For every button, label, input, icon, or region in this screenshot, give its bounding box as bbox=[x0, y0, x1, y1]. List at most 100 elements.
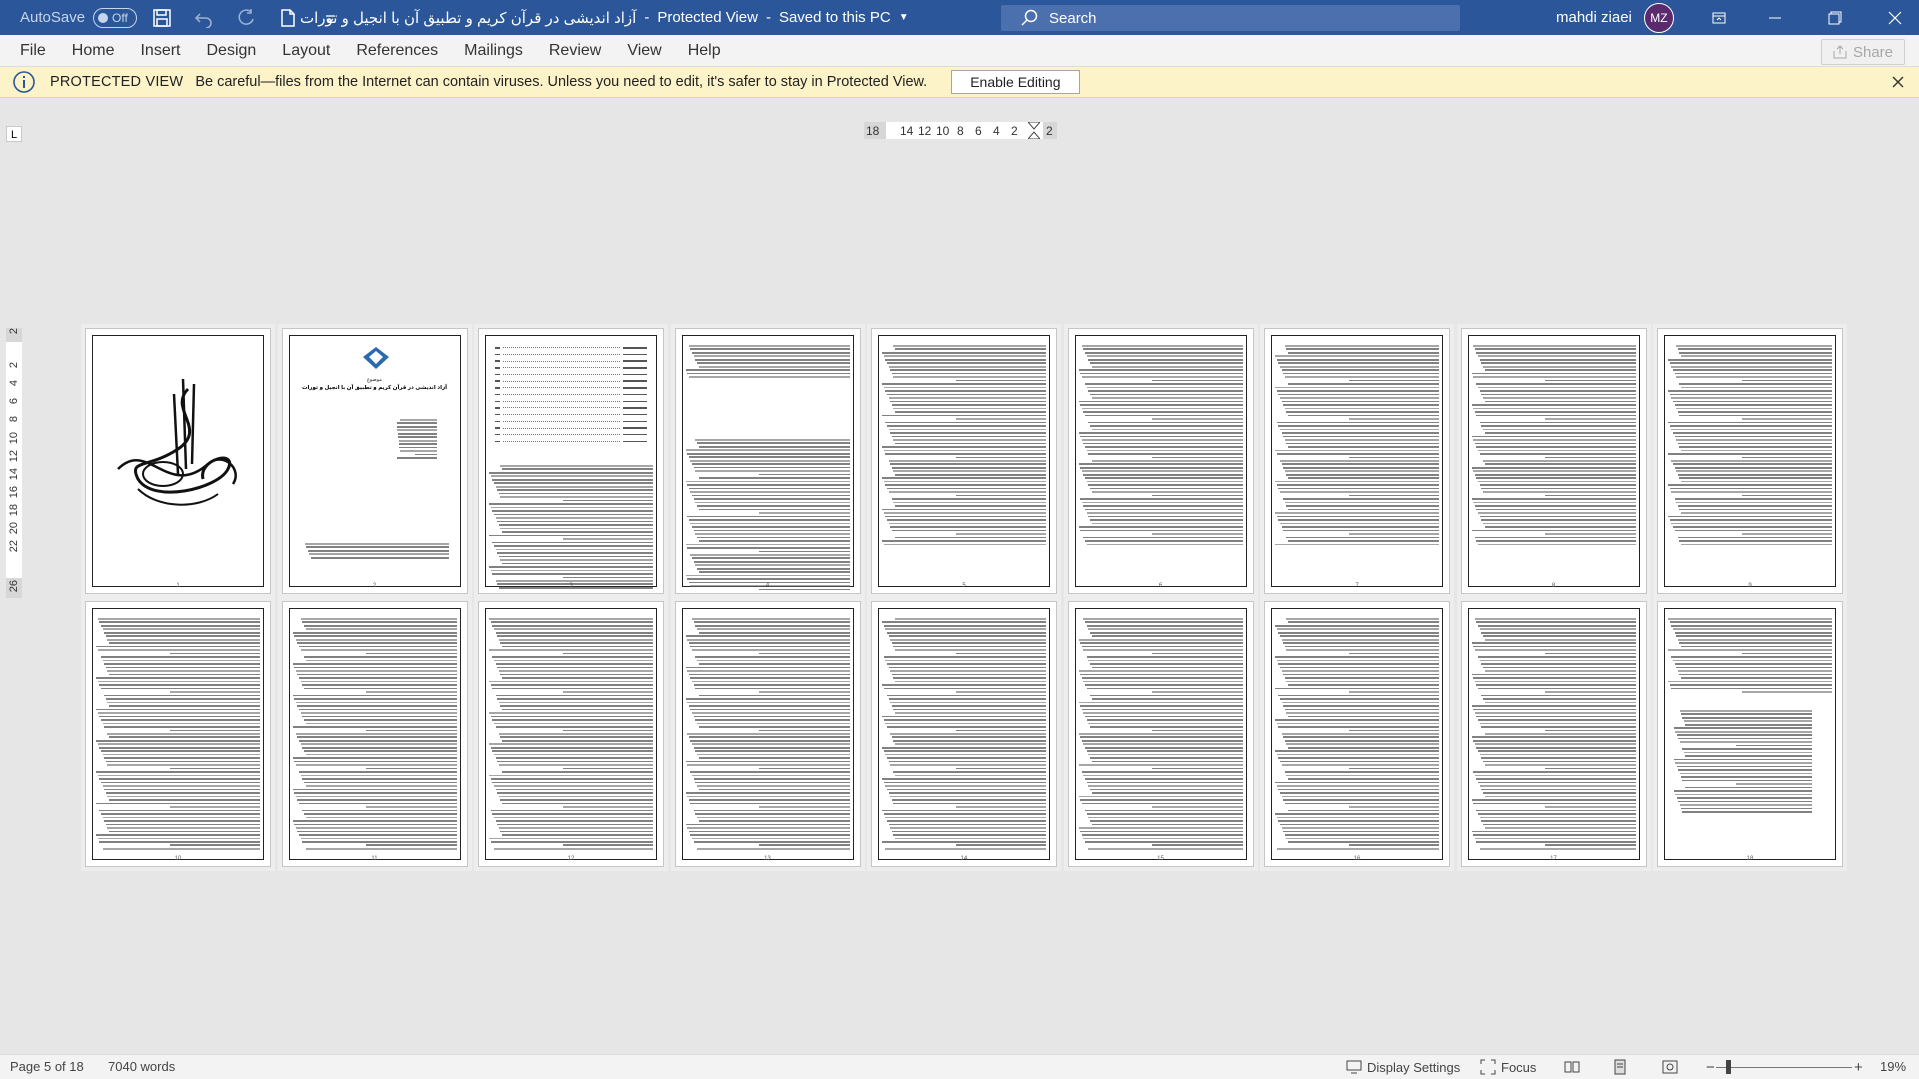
text-line bbox=[888, 397, 1046, 399]
page-thumbnail[interactable]: 8 bbox=[1460, 328, 1647, 594]
enable-editing-button[interactable]: Enable Editing bbox=[951, 70, 1080, 94]
vertical-ruler[interactable]: 2 2 4 6 8 10 12 14 16 18 20 22 26 bbox=[6, 328, 22, 598]
ribbon-display-options-icon[interactable] bbox=[1696, 0, 1742, 35]
tab-view[interactable]: View bbox=[614, 35, 674, 67]
page-thumbnail[interactable]: 3 bbox=[478, 328, 664, 594]
autosave-toggle[interactable]: AutoSave Off bbox=[20, 7, 138, 28]
text-line bbox=[891, 642, 1046, 644]
text-line bbox=[882, 778, 1046, 780]
text-line bbox=[1275, 813, 1439, 815]
text-line bbox=[1669, 393, 1832, 396]
tab-insert[interactable]: Insert bbox=[127, 35, 193, 67]
text-line bbox=[688, 705, 850, 707]
text-line bbox=[109, 642, 260, 644]
text-line bbox=[1679, 710, 1812, 712]
tab-mailings[interactable]: Mailings bbox=[451, 35, 536, 67]
text-line bbox=[1679, 383, 1832, 385]
chevron-down-icon[interactable]: ▼ bbox=[899, 12, 909, 23]
zoom-slider-thumb[interactable] bbox=[1726, 1060, 1731, 1074]
page-thumbnail[interactable]: 17 bbox=[1460, 601, 1647, 867]
tab-selector[interactable]: L bbox=[6, 126, 22, 142]
search-box[interactable]: Search bbox=[1001, 5, 1460, 31]
page-thumbnail[interactable]: 11 bbox=[281, 601, 468, 867]
tab-layout[interactable]: Layout bbox=[269, 35, 343, 67]
tab-help[interactable]: Help bbox=[675, 35, 734, 67]
zoom-in-button[interactable]: + bbox=[1854, 1059, 1863, 1076]
page-thumbnail[interactable]: 6 bbox=[1067, 328, 1254, 594]
save-icon[interactable] bbox=[145, 1, 179, 35]
focus-button[interactable]: Focus bbox=[1480, 1059, 1536, 1075]
restore-icon[interactable] bbox=[1812, 0, 1858, 35]
user-account[interactable]: mahdi ziaei MZ bbox=[1556, 0, 1674, 35]
horizontal-ruler[interactable]: 18 14 12 10 8 6 4 2 2 bbox=[864, 122, 1057, 139]
close-icon[interactable] bbox=[1872, 0, 1918, 35]
text-line bbox=[696, 628, 850, 631]
page-thumbnail[interactable]: 14 bbox=[871, 601, 1057, 867]
tab-references[interactable]: References bbox=[343, 35, 451, 67]
text-line bbox=[1674, 631, 1832, 634]
web-layout-icon[interactable] bbox=[1662, 1059, 1678, 1075]
text-line bbox=[97, 774, 260, 777]
read-mode-icon[interactable] bbox=[1564, 1059, 1580, 1075]
tab-file[interactable]: File bbox=[0, 35, 59, 67]
text-line bbox=[1484, 732, 1636, 735]
document-title-bar[interactable]: آزاد اندیشی در قرآن کریم و تطبیق آن با ا… bbox=[300, 0, 909, 35]
share-button[interactable]: Share bbox=[1821, 39, 1905, 65]
autosave-switch[interactable]: Off bbox=[93, 7, 138, 28]
text-line bbox=[1675, 793, 1812, 796]
zoom-level[interactable]: 19% bbox=[1880, 1059, 1906, 1074]
close-bar-icon[interactable] bbox=[1891, 75, 1905, 89]
undo-icon[interactable] bbox=[187, 1, 221, 35]
text-line bbox=[497, 635, 653, 638]
text-line bbox=[885, 816, 1046, 819]
text-line bbox=[1283, 466, 1439, 469]
text-line bbox=[1668, 453, 1832, 455]
page-count[interactable]: Page 5 of 18 bbox=[10, 1059, 84, 1074]
text-line bbox=[888, 666, 1046, 669]
page-thumbnail[interactable]: 13 bbox=[674, 601, 861, 867]
text-line bbox=[1152, 844, 1243, 847]
display-settings-button[interactable]: Display Settings bbox=[1346, 1059, 1460, 1075]
text-line bbox=[1080, 404, 1243, 406]
text-line bbox=[1286, 411, 1439, 413]
document-pages[interactable]: 1 موضوع آزاد اندیشی در قرآن کریم و تطبیق آ… bbox=[85, 328, 1843, 868]
zoom-out-button[interactable]: − bbox=[1706, 1059, 1715, 1076]
indent-marker-icon[interactable] bbox=[1028, 122, 1040, 139]
word-count[interactable]: 7040 words bbox=[108, 1059, 175, 1074]
text-line bbox=[886, 820, 1046, 822]
page-thumbnail[interactable]: 12 bbox=[478, 601, 664, 867]
print-layout-icon[interactable] bbox=[1612, 1059, 1628, 1075]
minimize-icon[interactable] bbox=[1752, 0, 1798, 35]
text-line bbox=[885, 659, 1046, 662]
text-line bbox=[1471, 466, 1636, 469]
text-line bbox=[1089, 663, 1243, 665]
tab-design[interactable]: Design bbox=[193, 35, 269, 67]
text-line bbox=[1281, 432, 1439, 434]
ruler-tick: 20 bbox=[8, 522, 20, 535]
page-thumbnail[interactable]: 5 bbox=[871, 328, 1057, 594]
redo-icon[interactable] bbox=[229, 1, 263, 35]
tab-review[interactable]: Review bbox=[536, 35, 614, 67]
page-thumbnail[interactable]: 15 bbox=[1067, 601, 1254, 867]
page-thumbnail[interactable]: موضوع آزاد اندیشی در قرآن کریم و تطبیق آن… bbox=[281, 328, 468, 594]
document-title: آزاد اندیشی در قرآن کریم و تطبیق آن با ا… bbox=[300, 9, 637, 27]
page-thumbnail[interactable]: 9 bbox=[1657, 328, 1843, 594]
avatar[interactable]: MZ bbox=[1643, 2, 1674, 33]
text-line bbox=[696, 659, 850, 662]
tab-home[interactable]: Home bbox=[59, 35, 128, 67]
text-line bbox=[685, 574, 850, 577]
text-line bbox=[495, 631, 653, 634]
text-line bbox=[1275, 656, 1439, 658]
page-thumbnail[interactable]: 16 bbox=[1264, 601, 1450, 867]
text-line bbox=[1286, 712, 1439, 714]
text-line bbox=[1681, 512, 1832, 514]
text-line bbox=[1288, 414, 1439, 417]
page-thumbnail[interactable]: 1 bbox=[85, 328, 271, 594]
page-thumbnail[interactable]: 18 bbox=[1657, 601, 1843, 867]
text-line bbox=[1479, 390, 1636, 392]
page-thumbnail[interactable]: 10 bbox=[85, 601, 271, 867]
zoom-slider[interactable] bbox=[1716, 1067, 1852, 1068]
page-thumbnail[interactable]: 4 bbox=[674, 328, 861, 594]
page-thumbnail[interactable]: 7 bbox=[1264, 328, 1450, 594]
text-line bbox=[1278, 788, 1439, 791]
